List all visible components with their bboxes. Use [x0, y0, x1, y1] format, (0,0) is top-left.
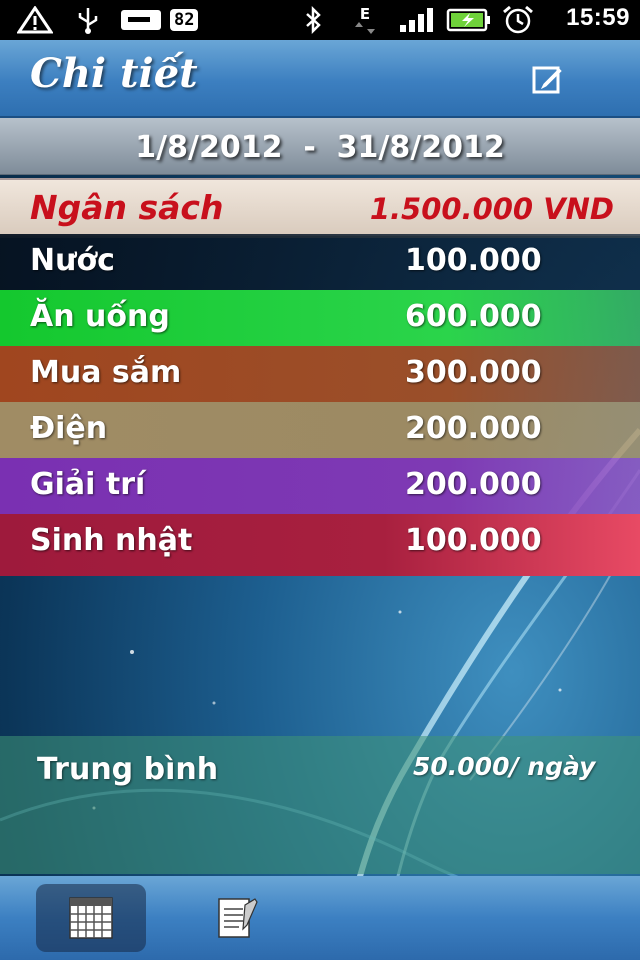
category-row-sinh-nhat[interactable]: Sinh nhật 100.000	[0, 514, 640, 576]
category-value: 200.000	[405, 467, 542, 502]
budget-row: Ngân sách 1.500.000 VND	[0, 178, 640, 238]
average-summary: Trung bình 50.000/ ngày	[0, 736, 640, 874]
signal-strength-icon	[398, 6, 436, 34]
calendar-icon	[69, 897, 113, 939]
category-label: Ăn uống	[30, 299, 170, 334]
notepad-icon	[218, 898, 258, 938]
category-label: Điện	[30, 411, 108, 446]
category-row-nuoc[interactable]: Nước 100.000	[0, 234, 640, 290]
category-row-giai-tri[interactable]: Giải trí 200.000	[0, 458, 640, 514]
category-row-an-uong[interactable]: Ăn uống 600.000	[0, 290, 640, 346]
status-bar: 82 E 15:59	[0, 0, 640, 40]
budget-value: 1.500.000 VND	[369, 192, 614, 226]
tab-notes[interactable]	[182, 884, 292, 952]
network-type-indicator: E	[350, 6, 380, 34]
title-bar: Chi tiết	[0, 40, 640, 118]
category-value: 100.000	[405, 243, 542, 278]
bluetooth-icon	[300, 6, 326, 34]
date-range: 1/8/2012 - 31/8/2012	[135, 130, 505, 165]
category-value: 100.000	[405, 523, 542, 558]
clock-time: 15:59	[566, 4, 630, 31]
edit-button[interactable]	[530, 62, 566, 96]
sd-card-icon	[120, 6, 162, 34]
edit-icon	[532, 66, 562, 94]
page-title: Chi tiết	[30, 50, 198, 97]
budget-label: Ngân sách	[30, 188, 224, 227]
average-value: 50.000/ ngày	[413, 752, 596, 781]
average-label: Trung bình	[37, 752, 219, 787]
alarm-clock-icon	[500, 5, 536, 34]
tab-calendar[interactable]	[36, 884, 146, 952]
category-value: 200.000	[405, 411, 542, 446]
usb-icon	[72, 6, 104, 34]
category-label: Sinh nhật	[30, 523, 193, 558]
category-value: 600.000	[405, 299, 542, 334]
category-label: Nước	[30, 243, 115, 278]
category-row-dien[interactable]: Điện 200.000	[0, 402, 640, 458]
bottom-tab-bar	[0, 876, 640, 960]
date-range-band: 1/8/2012 - 31/8/2012	[0, 118, 640, 175]
battery-charging-icon	[446, 6, 492, 34]
category-list: Nước 100.000 Ăn uống 600.000 Mua sắm 300…	[0, 234, 640, 576]
category-label: Giải trí	[30, 467, 146, 502]
category-label: Mua sắm	[30, 355, 182, 390]
notification-count-badge: 82	[170, 6, 199, 34]
category-value: 300.000	[405, 355, 542, 390]
warning-icon	[16, 6, 54, 34]
category-row-mua-sam[interactable]: Mua sắm 300.000	[0, 346, 640, 402]
